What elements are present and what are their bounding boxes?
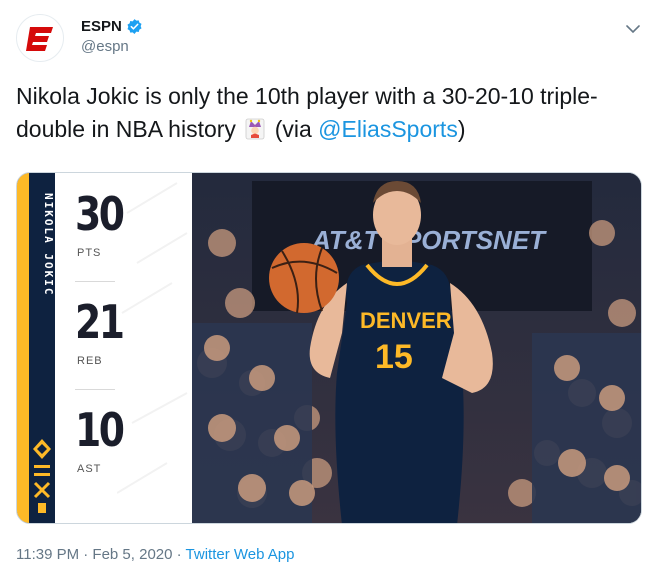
stat-panel: NIKOLA JOKIC 30 PTS 21 REB 10 AST xyxy=(17,173,192,523)
nuggets-logo-icon xyxy=(33,439,51,513)
gold-strip xyxy=(17,173,29,523)
display-name-text[interactable]: ESPN xyxy=(81,18,122,35)
player-photo: AT&T SPORTSNET DENVER 15 xyxy=(192,173,641,523)
chevron-down-icon[interactable] xyxy=(624,20,642,38)
tweet-footer: 11:39 PM · Feb 5, 2020 · Twitter Web App xyxy=(16,546,295,563)
stat-label: PTS xyxy=(77,247,102,259)
stat-divider xyxy=(75,281,115,282)
jersey-team: DENVER xyxy=(360,308,452,333)
stat-assists: 10 AST xyxy=(55,403,192,493)
tweet-text: Nikola Jokic is only the 10th player wit… xyxy=(16,80,642,146)
handle[interactable]: @espn xyxy=(81,38,143,55)
tweet-media[interactable]: NIKOLA JOKIC 30 PTS 21 REB 10 AST AT&T S… xyxy=(16,172,642,524)
via-suffix: ) xyxy=(457,116,466,142)
espn-logo-icon xyxy=(26,27,53,51)
player-name-vertical: NIKOLA JOKIC xyxy=(42,193,55,297)
source-app-link[interactable]: Twitter Web App xyxy=(186,546,295,563)
joker-emoji-icon xyxy=(245,118,265,140)
stat-value: 30 xyxy=(75,187,125,241)
stat-value: 10 xyxy=(75,403,125,457)
stat-points: 30 PTS xyxy=(55,187,192,277)
display-name[interactable]: ESPN xyxy=(81,18,143,35)
avatar[interactable] xyxy=(16,14,64,62)
mention-link[interactable]: @EliasSports xyxy=(318,116,458,142)
verified-badge-icon xyxy=(127,19,142,34)
timestamp[interactable]: 11:39 PM · Feb 5, 2020 · xyxy=(16,546,186,563)
jersey-number: 15 xyxy=(375,338,413,376)
stat-divider xyxy=(75,389,115,390)
stat-value: 21 xyxy=(75,295,125,349)
via-prefix: (via xyxy=(274,116,319,142)
stat-label: REB xyxy=(77,355,103,367)
tweet-header: ESPN @espn xyxy=(16,14,646,62)
stat-label: AST xyxy=(77,463,102,475)
stat-rebounds: 21 REB xyxy=(55,295,192,385)
banner-text: AT&T SPORTSNET xyxy=(311,225,547,255)
